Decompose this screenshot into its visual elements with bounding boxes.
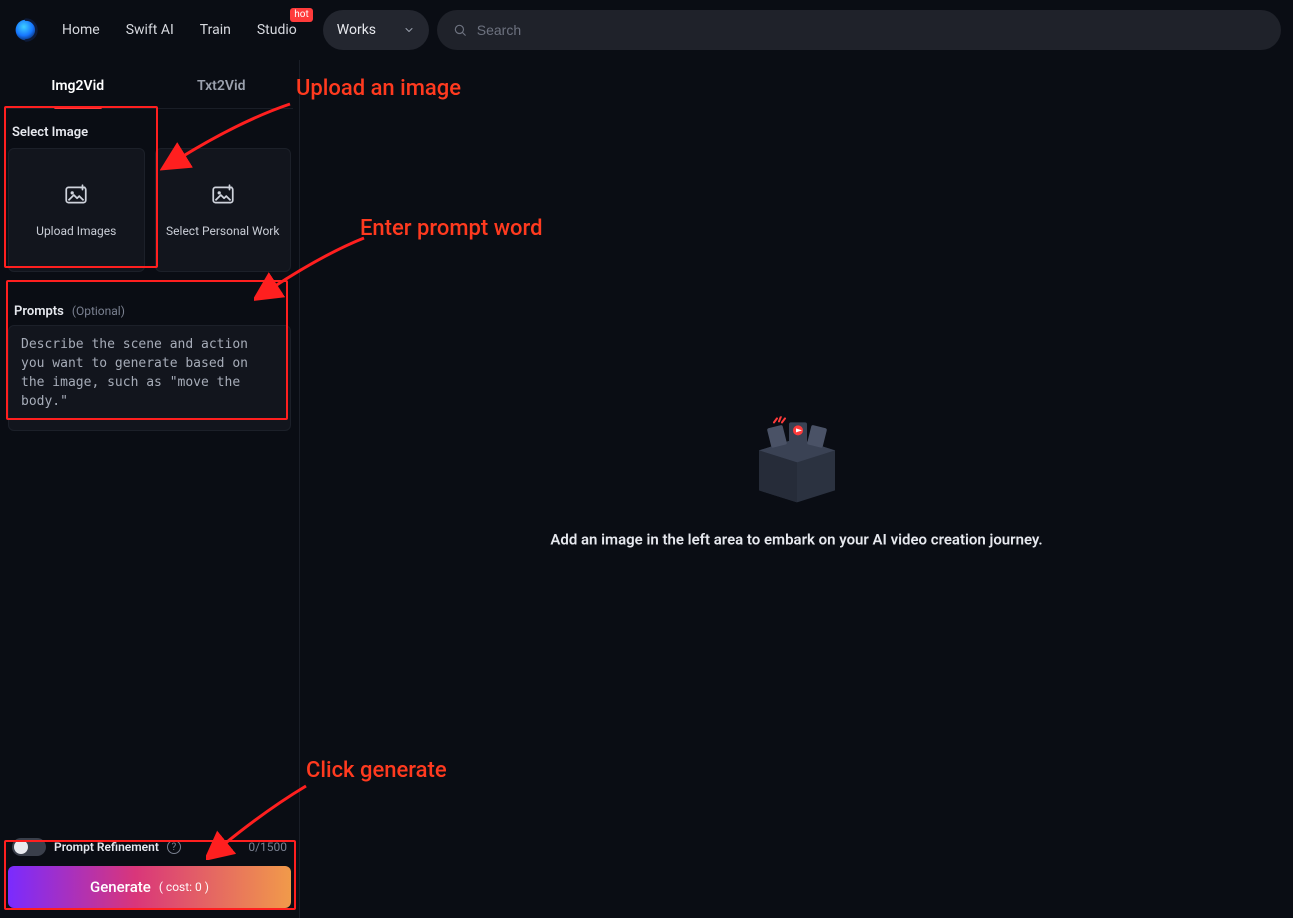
content-area: Add an image in the left area to embark … (300, 60, 1293, 918)
empty-state: Add an image in the left area to embark … (477, 416, 1117, 548)
prompts-title: Prompts (14, 304, 64, 319)
prompt-input[interactable] (8, 325, 291, 431)
chevron-down-icon (403, 24, 415, 36)
logo-icon (13, 17, 39, 43)
tab-img2vid[interactable]: Img2Vid (6, 66, 150, 108)
generate-cost: ( cost: 0 ) (159, 880, 209, 894)
works-dropdown-label: Works (337, 22, 376, 38)
empty-box-icon (747, 416, 847, 502)
char-counter: 0/1500 (248, 840, 287, 854)
sidebar: Img2Vid Txt2Vid Select Image Upload Imag… (0, 60, 300, 918)
select-image-tiles: Upload Images Select Personal Work (6, 148, 293, 272)
nav-studio-label: Studio (257, 22, 297, 38)
main-nav: Home Swift AI Train Studio hot (58, 22, 297, 38)
nav-swift-ai[interactable]: Swift AI (126, 22, 174, 38)
nav-train[interactable]: Train (200, 22, 231, 38)
prompt-refinement-label: Prompt Refinement (54, 840, 159, 854)
upload-images-tile[interactable]: Upload Images (8, 148, 145, 272)
search-bar[interactable] (437, 10, 1281, 50)
hot-badge: hot (290, 8, 312, 22)
upload-images-label: Upload Images (36, 224, 116, 238)
image-user-icon (210, 182, 236, 208)
search-icon (453, 23, 467, 37)
generate-label: Generate (90, 878, 151, 896)
empty-state-message: Add an image in the left area to embark … (550, 530, 1042, 548)
nav-home[interactable]: Home (62, 22, 100, 38)
select-personal-work-label: Select Personal Work (166, 224, 279, 238)
select-personal-work-tile[interactable]: Select Personal Work (155, 148, 292, 272)
nav-studio[interactable]: Studio hot (257, 22, 297, 38)
topbar: Home Swift AI Train Studio hot Works (0, 0, 1293, 60)
help-icon[interactable]: ? (167, 840, 181, 854)
prompts-optional: (Optional) (72, 304, 125, 318)
prompt-refinement-row: Prompt Refinement ? 0/1500 (6, 832, 293, 866)
prompt-refinement-toggle[interactable] (12, 838, 46, 856)
app-logo[interactable] (12, 16, 40, 44)
works-dropdown[interactable]: Works (323, 10, 429, 50)
generate-button[interactable]: Generate ( cost: 0 ) (8, 866, 291, 908)
tab-txt2vid[interactable]: Txt2Vid (150, 66, 294, 108)
prompt-section: Prompts (Optional) (6, 304, 293, 435)
select-image-title: Select Image (6, 115, 293, 148)
image-add-icon (63, 182, 89, 208)
mode-tabs: Img2Vid Txt2Vid (6, 66, 293, 109)
search-input[interactable] (477, 22, 1265, 38)
